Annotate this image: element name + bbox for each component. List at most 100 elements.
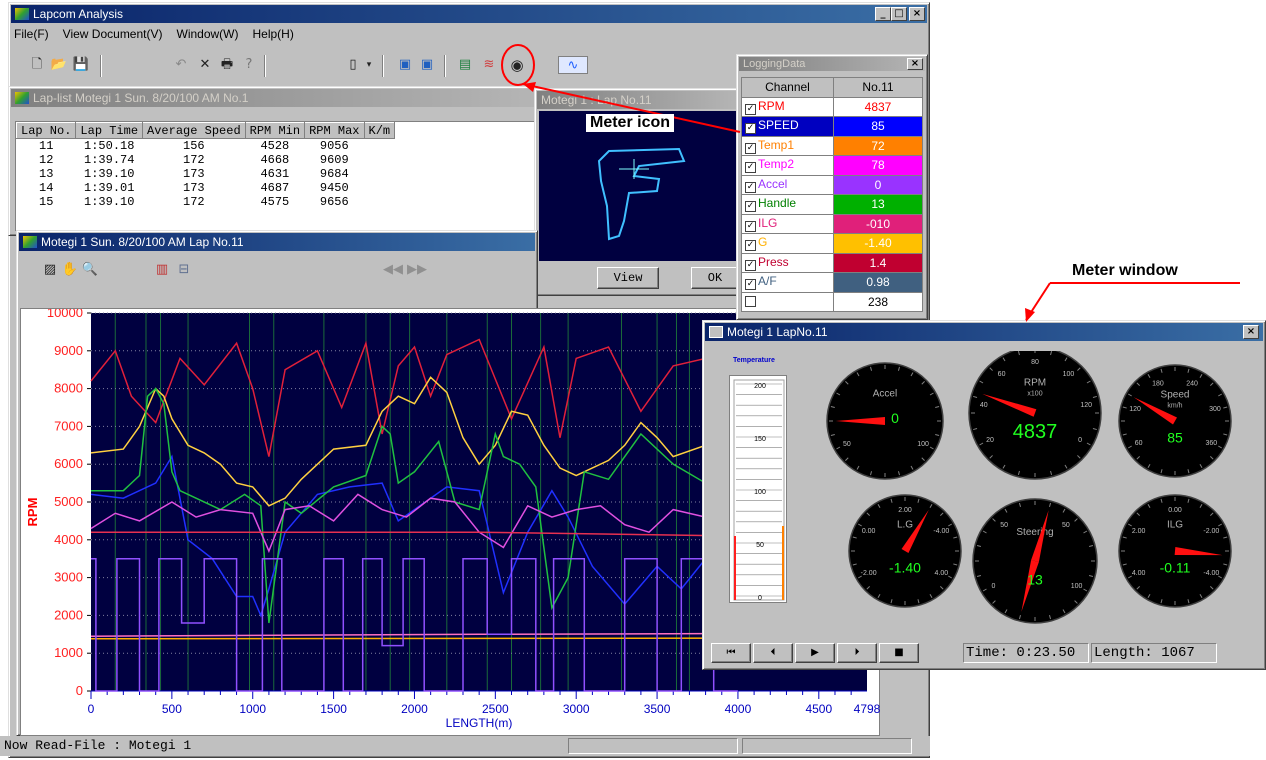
magnifier-icon[interactable]: 🔍 (81, 261, 99, 279)
channel-checkbox[interactable] (745, 295, 756, 307)
next-frame-button[interactable]: ⏵ (837, 643, 877, 663)
channel-checkbox[interactable]: ✓ (745, 103, 756, 115)
gauge-value: -0.11 (1160, 559, 1191, 575)
lap-column-header[interactable]: Average Speed (142, 122, 246, 139)
meter-window-arrow (1025, 282, 1051, 321)
open-folder-icon[interactable]: 📂 (50, 56, 68, 74)
menu-view-document[interactable]: View Document(V) (63, 27, 163, 41)
channel-value: 0.98 (833, 272, 923, 293)
help-pointer-icon[interactable]: ? (240, 56, 258, 74)
graph-title-bar[interactable]: Motegi 1 Sun. 8/20/100 AM Lap No.11 (19, 233, 535, 251)
channel-checkbox[interactable]: ✓ (745, 279, 756, 291)
channel-value: -010 (833, 213, 923, 234)
channel-checkbox[interactable]: ✓ (745, 259, 756, 271)
menu-file[interactable]: File(F) (14, 27, 49, 41)
lap-column-header[interactable]: K/m (363, 122, 396, 139)
x-tick-label: 2000 (401, 702, 428, 716)
table-row[interactable]: 12 1:39.74 172 4668 9609 (17, 153, 395, 167)
channel-row[interactable]: ✓ Handle 13 (741, 194, 923, 215)
logging-data-title-bar[interactable]: LoggingData (739, 57, 925, 71)
previous-frame-button[interactable]: ⏴ (753, 643, 793, 663)
cascade-view-icon[interactable]: ▣ (418, 56, 436, 74)
channel-row[interactable]: ✓ G -1.40 (741, 233, 923, 254)
next-icon[interactable]: ▶▶ (407, 261, 427, 279)
channel-row[interactable]: ✓ RPM 4837 (741, 96, 923, 117)
lap-column-header[interactable]: Lap Time (75, 122, 144, 139)
lap-list-table-frame: Lap No. Lap Time Average Speed RPM Min RPM M… (15, 121, 535, 231)
print-icon[interactable]: 🖶 (218, 56, 236, 74)
table-row[interactable]: 11 1:50.18 156 4528 9056 (17, 139, 395, 154)
minimize-button[interactable]: _ (875, 7, 891, 21)
zoom-region-icon[interactable]: ▨ (41, 261, 59, 279)
menu-help[interactable]: Help(H) (253, 27, 294, 41)
y-tick-label: 4000 (54, 532, 83, 547)
table-cell: 1:39.10 (84, 167, 135, 181)
x-tick-label: 2500 (482, 702, 509, 716)
channel-row[interactable]: ✓ Accel 0 (741, 174, 923, 195)
tile-view-icon[interactable]: ▣ (396, 56, 414, 74)
stop-button[interactable]: ■ (879, 643, 919, 663)
view-button[interactable]: View (597, 267, 659, 289)
meter-title-bar[interactable]: Motegi 1 LapNo.11 (705, 323, 1263, 341)
table-row[interactable]: 15 1:39.10 172 4575 9656 (17, 195, 395, 209)
close-button[interactable]: × (909, 7, 925, 21)
list-view-icon[interactable]: ▤ (456, 56, 474, 74)
cursor-range-icon[interactable]: ⊟ (175, 261, 193, 279)
channel-checkbox[interactable]: ✓ (745, 220, 756, 232)
gauge-tick-label: 4.00 (1132, 570, 1146, 577)
channel-name: Temp2 (758, 157, 795, 172)
channel-checkbox[interactable]: ✓ (745, 201, 756, 213)
lap-column-header[interactable]: RPM Max (304, 122, 365, 139)
channel-row[interactable]: ✓ A/F 0.98 (741, 272, 923, 293)
gauge-rpm: 20 40 60 80 100 120 0 RPM x100 4837 (968, 351, 1102, 480)
channel-row[interactable]: ✓ Temp1 72 (741, 135, 923, 156)
new-file-icon[interactable]: 🗋 (28, 56, 46, 74)
menu-window[interactable]: Window(W) (177, 27, 239, 41)
channel-row[interactable]: ✓ Press 1.4 (741, 252, 923, 273)
dropdown-arrow-icon[interactable]: ▾ (360, 56, 378, 74)
play-button[interactable]: ▶ (795, 643, 835, 663)
channel-value: -1.40 (833, 233, 923, 254)
graph-view-icon[interactable]: ≋ (480, 56, 498, 74)
maximize-button[interactable]: □ (891, 7, 907, 21)
table-cell: 172 (183, 195, 205, 209)
gauge-lg: -2.00 0.00 2.00 -4.00 4.00 L.G -1.40 (848, 494, 962, 608)
channel-row[interactable]: ✓ Temp2 78 (741, 155, 923, 176)
channel-checkbox[interactable]: ✓ (745, 123, 756, 135)
channel-checkbox[interactable]: ✓ (745, 181, 756, 193)
lap-list-icon (15, 92, 29, 104)
first-frame-button[interactable]: ⏮ (711, 643, 751, 663)
channel-checkbox[interactable]: ✓ (745, 162, 756, 174)
table-row[interactable]: 14 1:39.01 173 4687 9450 (17, 181, 395, 195)
delete-icon[interactable]: ✕ (196, 56, 214, 74)
gauge-panel: 50 100 Accel 0 20 40 60 80 100 120 0 RPM x100 4837 60 1… (826, 351, 1232, 624)
table-row[interactable]: 13 1:39.10 173 4631 9684 (17, 167, 395, 181)
channel-row[interactable]: ✓ SPEED 85 (741, 116, 923, 137)
table-cell: 9056 (319, 139, 349, 153)
lap-column-header[interactable]: Lap No. (16, 122, 77, 139)
channel-checkbox[interactable]: ✓ (745, 240, 756, 252)
channel-checkbox[interactable]: ✓ (745, 142, 756, 154)
meter-close-button[interactable]: × (1243, 325, 1259, 339)
meter-window-icon (709, 326, 723, 338)
main-title-bar[interactable]: Lapcom Analysis (11, 5, 927, 23)
ok-button[interactable]: OK (691, 267, 739, 289)
hand-pan-icon[interactable]: ✋ (61, 261, 79, 279)
lap-column-header[interactable]: RPM Min (244, 122, 306, 139)
gauge-value: 4837 (1013, 421, 1058, 443)
logging-close-button[interactable]: × (907, 58, 923, 70)
undo-icon[interactable]: ↶ (172, 56, 190, 74)
save-icon[interactable]: 💾 (72, 56, 90, 74)
channel-row[interactable]: 238 (741, 291, 923, 312)
course-title-bar[interactable]: Motegi 1 : Lap No.11 (537, 91, 737, 109)
previous-icon[interactable]: ◀◀ (383, 261, 403, 279)
channel-row[interactable]: ✓ ILG -010 (741, 213, 923, 234)
channel-select-icon[interactable]: ▥ (153, 261, 171, 279)
waveform-icon[interactable]: ∿ (558, 56, 588, 74)
meter-icon[interactable]: ◉ (508, 56, 526, 74)
channel-name: Temp1 (758, 137, 795, 152)
lap-list-title-bar[interactable]: Lap-list Motegi 1 Sun. 8/20/100 AM No.1 (11, 89, 535, 107)
table-cell: 4631 (260, 167, 290, 181)
status-text: Now Read-File : Motegi 1 (4, 738, 192, 753)
channel-value: 0 (833, 174, 923, 195)
